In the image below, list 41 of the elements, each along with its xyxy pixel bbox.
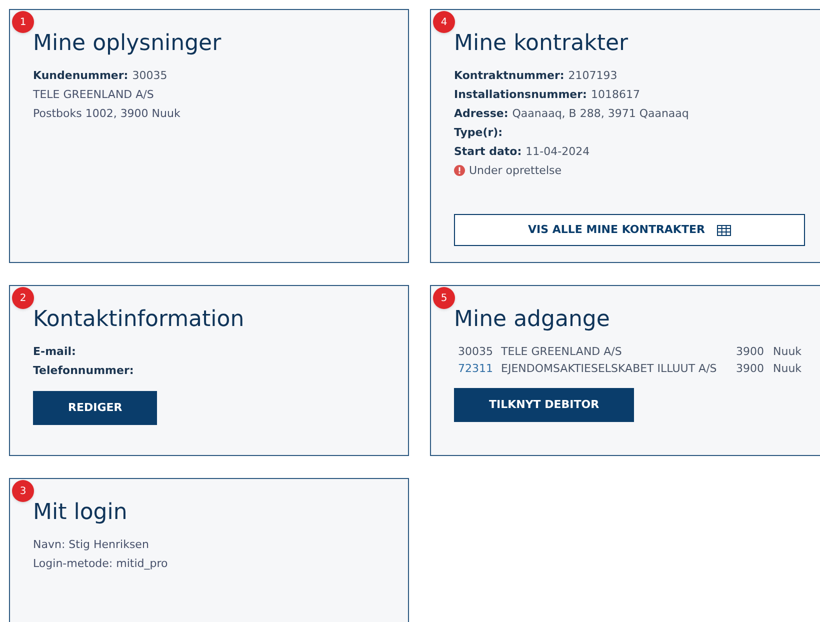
company-name: EJENDOMSAKTIESELSKABET ILLUUT A/S <box>501 361 718 377</box>
field-label: Telefonnummer: <box>33 363 134 379</box>
card-title: Mit login <box>33 499 128 527</box>
alert-icon <box>454 165 465 176</box>
card-title: Mine adgange <box>454 306 610 334</box>
field-value: Qaanaaq, B 288, 3971 Qaanaaq <box>512 106 689 122</box>
info-text: Login-metode: mitid_pro <box>33 556 168 572</box>
city: Nuuk <box>773 361 802 377</box>
field-label: Start dato: <box>454 144 522 160</box>
status-text: Under oprettelse <box>469 163 562 179</box>
field-value: 11-04-2024 <box>526 144 590 160</box>
action-button[interactable]: REDIGER <box>33 391 158 425</box>
info-text: Navn: Stig Henriksen <box>33 537 149 553</box>
card-title: Mine oplysninger <box>33 30 222 58</box>
field-label: Adresse: <box>454 106 508 122</box>
number-badge: 3 <box>12 480 34 502</box>
number-badge: 1 <box>12 11 34 33</box>
number-badge: 5 <box>433 287 455 309</box>
card-title: Kontaktinformation <box>33 306 244 334</box>
company-name: TELE GREENLAND A/S <box>501 344 623 360</box>
field-label: E-mail: <box>33 344 76 360</box>
field-value: 30035 <box>132 68 168 84</box>
customer-number-link[interactable]: 72311 <box>458 360 501 377</box>
action-button[interactable]: TILKNYT DEBITOR <box>454 388 634 422</box>
field-value: 2107193 <box>568 68 618 84</box>
number-badge: 2 <box>12 287 34 309</box>
postcode: 3900 <box>736 361 765 377</box>
info-text: TELE GREENLAND A/S <box>33 87 154 103</box>
city: Nuuk <box>773 344 802 360</box>
field-value: 1018617 <box>590 87 640 103</box>
info-text: Postboks 1002, 3900 Nuuk <box>33 106 180 122</box>
customer-number: 30035 <box>458 344 494 360</box>
table-icon <box>716 224 731 236</box>
postcode: 3900 <box>736 344 765 360</box>
card-title: Mine kontrakter <box>454 30 628 58</box>
view-contracts-button[interactable]: VIS ALLE MINE KONTRAKTER <box>454 214 805 246</box>
field-label: Type(r): <box>454 125 503 141</box>
number-badge: 4 <box>433 11 455 33</box>
field-label: Installationsnummer: <box>454 87 587 103</box>
field-label: Kundenummer: <box>33 68 128 84</box>
field-label: Kontraktnummer: <box>454 68 564 84</box>
